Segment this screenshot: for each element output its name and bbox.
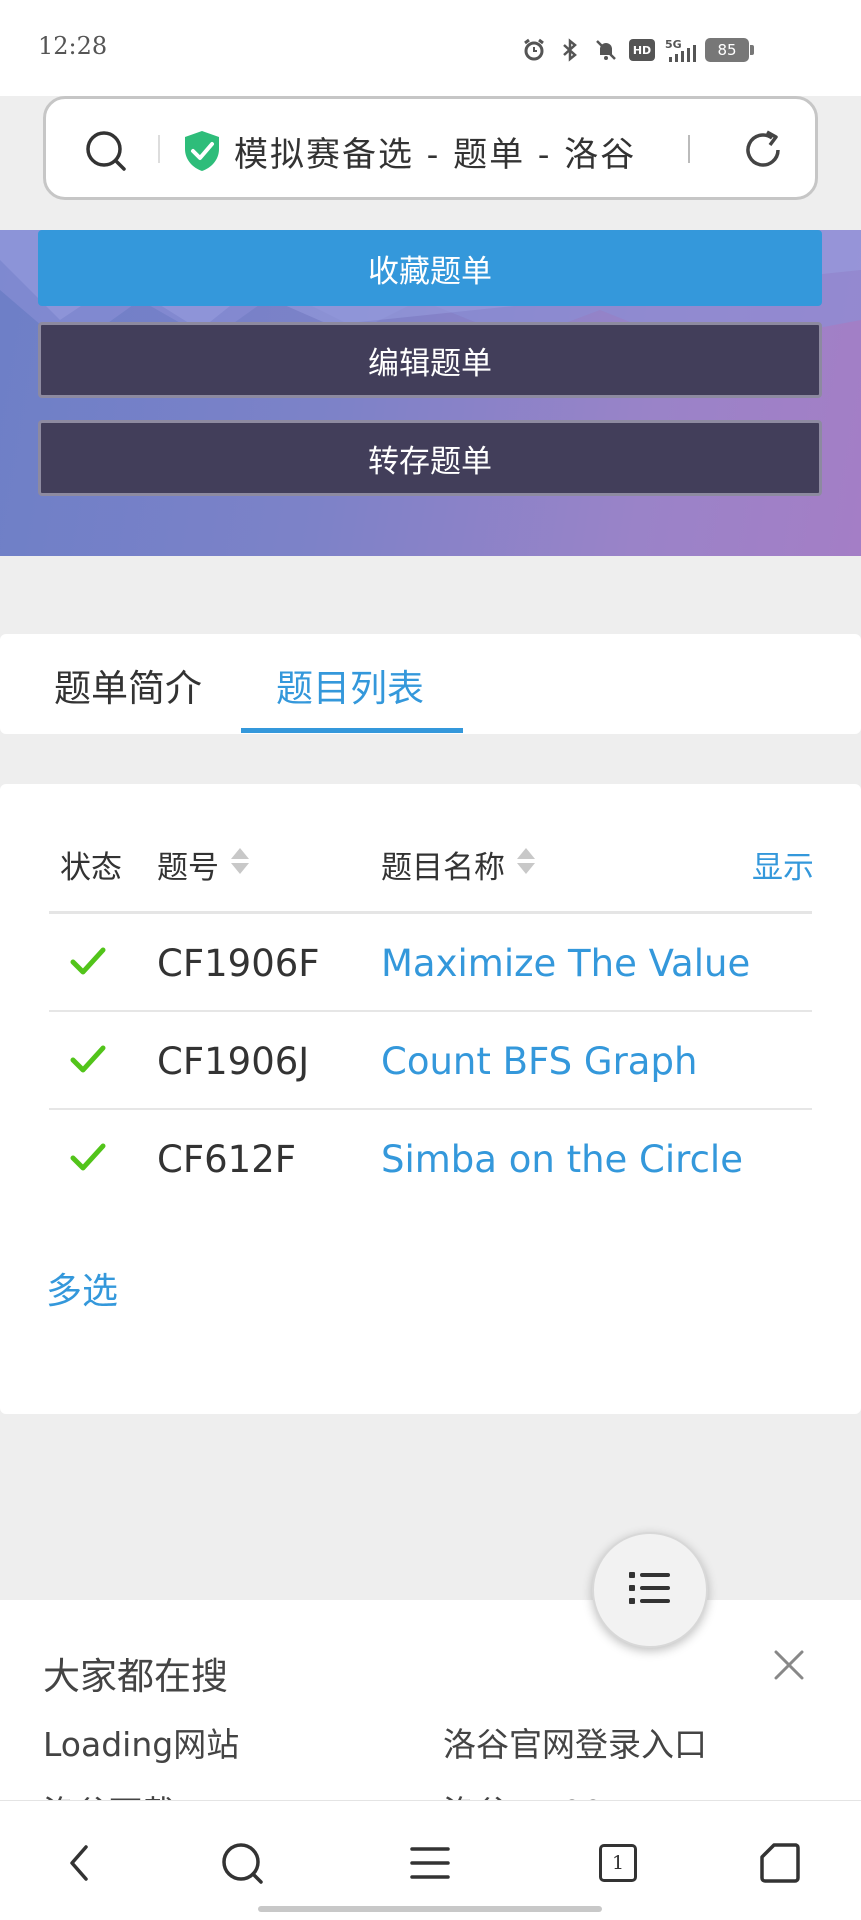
search-icon[interactable] [84,129,128,177]
tabs-card: 题单简介 题目列表 [0,634,861,734]
sort-icon[interactable] [515,846,537,884]
edit-button[interactable]: 编辑题单 [38,322,822,398]
shield-check-icon [182,129,222,177]
tab-problem-list[interactable]: 题目列表 [276,658,424,712]
column-pid[interactable]: 题号 [157,842,251,887]
show-toggle[interactable]: 显示 [752,842,812,887]
status-time: 12:28 [38,32,108,60]
suggestion-item[interactable]: 洛谷下载 [43,1786,175,1800]
tab-count: 1 [599,1844,637,1882]
hd-label: HD [632,43,652,57]
battery-level: 85 [717,41,737,59]
suggestion-item[interactable]: 洛谷 · 1004 [443,1786,624,1800]
suggestion-item[interactable]: Loading网站 [43,1718,239,1766]
status-bar: 12:28 HD 5G 85 [0,0,861,96]
table-row: CF1906F Maximize The Value [49,914,812,1012]
refresh-icon[interactable] [740,127,786,177]
tabs-icon[interactable]: 1 [590,1835,646,1891]
problem-name-link[interactable]: Maximize The Value [381,942,750,985]
save-copy-button[interactable]: 转存题单 [38,420,822,496]
floating-menu-button[interactable] [592,1532,708,1648]
problem-name-link[interactable]: Simba on the Circle [381,1138,743,1181]
bluetooth-icon [557,37,583,63]
page-title[interactable]: 模拟赛备选 - 题单 - 洛谷 [234,127,714,176]
home-indicator[interactable] [258,1906,602,1912]
problem-id: CF612F [157,1138,297,1181]
check-icon [69,1040,107,1082]
address-bar[interactable]: 模拟赛备选 - 题单 - 洛谷 [43,96,818,200]
check-icon [69,1138,107,1180]
problemset-banner: 收藏题单 编辑题单 转存题单 [0,230,861,556]
column-status: 状态 [60,842,122,887]
column-status-label: 状态 [60,850,122,886]
suggestions-title: 大家都在搜 [43,1655,228,1698]
hd-icon: HD [629,39,655,61]
multi-select-button[interactable]: 多选 [46,1262,118,1314]
active-tab-indicator [241,728,463,733]
home-icon[interactable] [752,1835,808,1891]
column-name-label: 题目名称 [381,850,505,886]
column-name[interactable]: 题目名称 [381,842,537,887]
search-suggestions-panel: 大家都在搜 Loading网站 洛谷官网登录入口 洛谷下载 洛谷 · 1004 [0,1600,861,1800]
battery-icon: 85 [705,38,754,62]
close-icon[interactable] [772,1648,806,1686]
check-icon [69,942,107,984]
problem-id: CF1906F [157,942,320,985]
menu-icon[interactable] [402,1835,458,1891]
svg-text:5G: 5G [665,38,682,51]
bottom-navigation: 1 [0,1800,861,1920]
address-caret [688,135,690,163]
suggestion-item[interactable]: 洛谷官网登录入口 [443,1718,707,1766]
problem-id: CF1906J [157,1040,310,1083]
sort-icon[interactable] [229,846,251,884]
column-pid-label: 题号 [157,850,219,886]
favorite-button[interactable]: 收藏题单 [38,230,822,306]
problem-name-link[interactable]: Count BFS Graph [381,1040,697,1083]
address-divider [158,135,160,163]
table-row: CF612F Simba on the Circle [49,1110,812,1208]
list-icon [629,1570,671,1610]
mute-icon [593,37,619,63]
signal-icon: 5G [665,37,701,63]
problem-list-card: 状态 题号 题目名称 显示 CF1906F Maximize The Value… [0,784,861,1414]
alarm-icon [521,37,547,63]
table-row: CF1906J Count BFS Graph [49,1012,812,1110]
status-icons: HD 5G [521,36,701,64]
search-icon[interactable] [214,1835,270,1891]
tab-intro[interactable]: 题单简介 [54,658,202,712]
back-icon[interactable] [52,1835,108,1891]
